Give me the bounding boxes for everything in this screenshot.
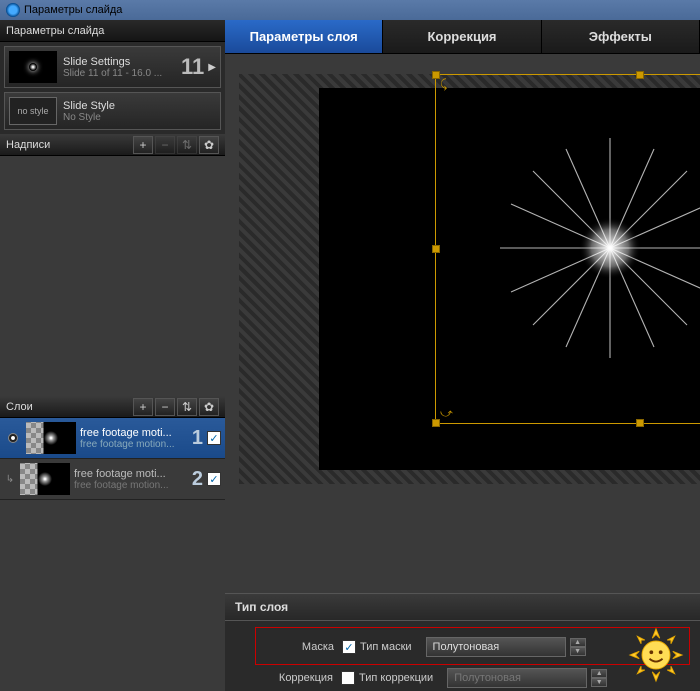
mask-row: Маска ✓ Тип маски Полутоновая ▲▼ <box>264 634 681 660</box>
highlight-box: Маска ✓ Тип маски Полутоновая ▲▼ <box>255 627 690 665</box>
mask-type-checkbox[interactable]: ✓ <box>342 640 356 654</box>
slide-settings-sub: Slide 11 of 11 - 16.0 ... <box>63 68 177 79</box>
slide-thumbnail <box>9 51 57 83</box>
slide-style-sub: No Style <box>63 112 115 123</box>
captions-header: Надписи + − ⇅ ✿ <box>0 134 225 156</box>
no-style-badge: no style <box>9 97 57 125</box>
sun-mascot-icon <box>628 627 684 683</box>
tab-effects[interactable]: Эффекты <box>542 20 700 53</box>
sidebar-header: Параметры слайда <box>0 20 225 42</box>
window-titlebar: Параметры слайда <box>0 0 700 20</box>
tab-correction[interactable]: Коррекция <box>383 20 541 53</box>
layers-title: Слои <box>6 401 131 413</box>
window-title: Параметры слайда <box>24 4 122 16</box>
add-caption-button[interactable]: + <box>133 136 153 154</box>
slide-style-title: Slide Style <box>63 100 115 112</box>
layer-item[interactable]: free footage moti... free footage motion… <box>0 418 225 459</box>
slide-settings-row[interactable]: Slide Settings Slide 11 of 11 - 16.0 ...… <box>4 46 221 88</box>
layer-title: free footage moti... <box>80 427 188 439</box>
layer-visible-checkbox[interactable]: ✓ <box>207 472 221 486</box>
reorder-caption-button[interactable]: ⇅ <box>177 136 197 154</box>
canvas-area[interactable]: ⤹ ⤸ ⤻ ⤺ ✦ <box>225 54 700 593</box>
layers-list: free footage moti... free footage motion… <box>0 418 225 691</box>
layer-type-title: Тип слоя <box>225 594 700 621</box>
reorder-layer-button[interactable]: ⇅ <box>177 398 197 416</box>
slide-settings-title: Slide Settings <box>63 56 177 68</box>
layer-visible-checkbox[interactable]: ✓ <box>207 431 221 445</box>
rotate-handle-tl[interactable]: ⤹ <box>440 77 447 92</box>
layer-thumbnail <box>20 463 70 495</box>
correction-type-dropdown[interactable]: Полутоновая <box>447 668 587 688</box>
rotate-handle-bl[interactable]: ⤻ <box>440 406 453 421</box>
correction-type-label: Тип коррекции <box>359 672 433 684</box>
app-icon <box>6 3 20 17</box>
mask-label: Маска <box>264 641 334 653</box>
selection-frame[interactable]: ⤹ ⤸ ⤻ ⤺ ✦ <box>435 74 700 424</box>
layer-sub: free footage motion... <box>80 439 188 450</box>
remove-caption-button[interactable]: − <box>155 136 175 154</box>
slide-style-row[interactable]: no style Slide Style No Style <box>4 92 221 130</box>
add-layer-button[interactable]: + <box>133 398 153 416</box>
tab-bar: Параметры слоя Коррекция Эффекты <box>225 20 700 54</box>
mask-type-dropdown[interactable]: Полутоновая <box>426 637 566 657</box>
chevron-right-icon[interactable]: ▶ <box>208 62 216 73</box>
sidebar-header-title: Параметры слайда <box>6 25 219 37</box>
layer-thumbnail <box>26 422 76 454</box>
resize-handle-mb[interactable] <box>636 419 644 427</box>
resize-handle-bl[interactable] <box>432 419 440 427</box>
captions-list <box>0 156 225 396</box>
layer-number: 1 <box>192 427 203 450</box>
captions-title: Надписи <box>6 139 131 151</box>
sidebar: Параметры слайда Slide Settings Slide 11… <box>0 20 225 691</box>
captions-settings-button[interactable]: ✿ <box>199 136 219 154</box>
layer-number: 2 <box>192 468 203 491</box>
correction-spinner[interactable]: ▲▼ <box>591 669 607 687</box>
resize-handle-mt[interactable] <box>636 71 644 79</box>
mask-spinner[interactable]: ▲▼ <box>570 638 586 656</box>
layer-item[interactable]: ↳ free footage moti... free footage moti… <box>0 459 225 500</box>
mask-type-label: Тип маски <box>360 641 412 653</box>
layer-title: free footage moti... <box>74 468 188 480</box>
tab-layer-params[interactable]: Параметры слоя <box>225 20 383 53</box>
layer-link-icon[interactable]: ↳ <box>4 474 16 485</box>
resize-handle-ml[interactable] <box>432 245 440 253</box>
content-area: Параметры слоя Коррекция Эффекты <box>225 20 700 691</box>
resize-handle-tl[interactable] <box>432 71 440 79</box>
remove-layer-button[interactable]: − <box>155 398 175 416</box>
correction-label: Коррекция <box>263 672 333 684</box>
correction-type-checkbox[interactable]: ✓ <box>341 671 355 685</box>
layers-header: Слои + − ⇅ ✿ <box>0 396 225 418</box>
layer-sub: free footage motion... <box>74 480 188 491</box>
layer-radio[interactable] <box>8 433 18 443</box>
slide-number: 11 <box>181 54 204 80</box>
layers-settings-button[interactable]: ✿ <box>199 398 219 416</box>
